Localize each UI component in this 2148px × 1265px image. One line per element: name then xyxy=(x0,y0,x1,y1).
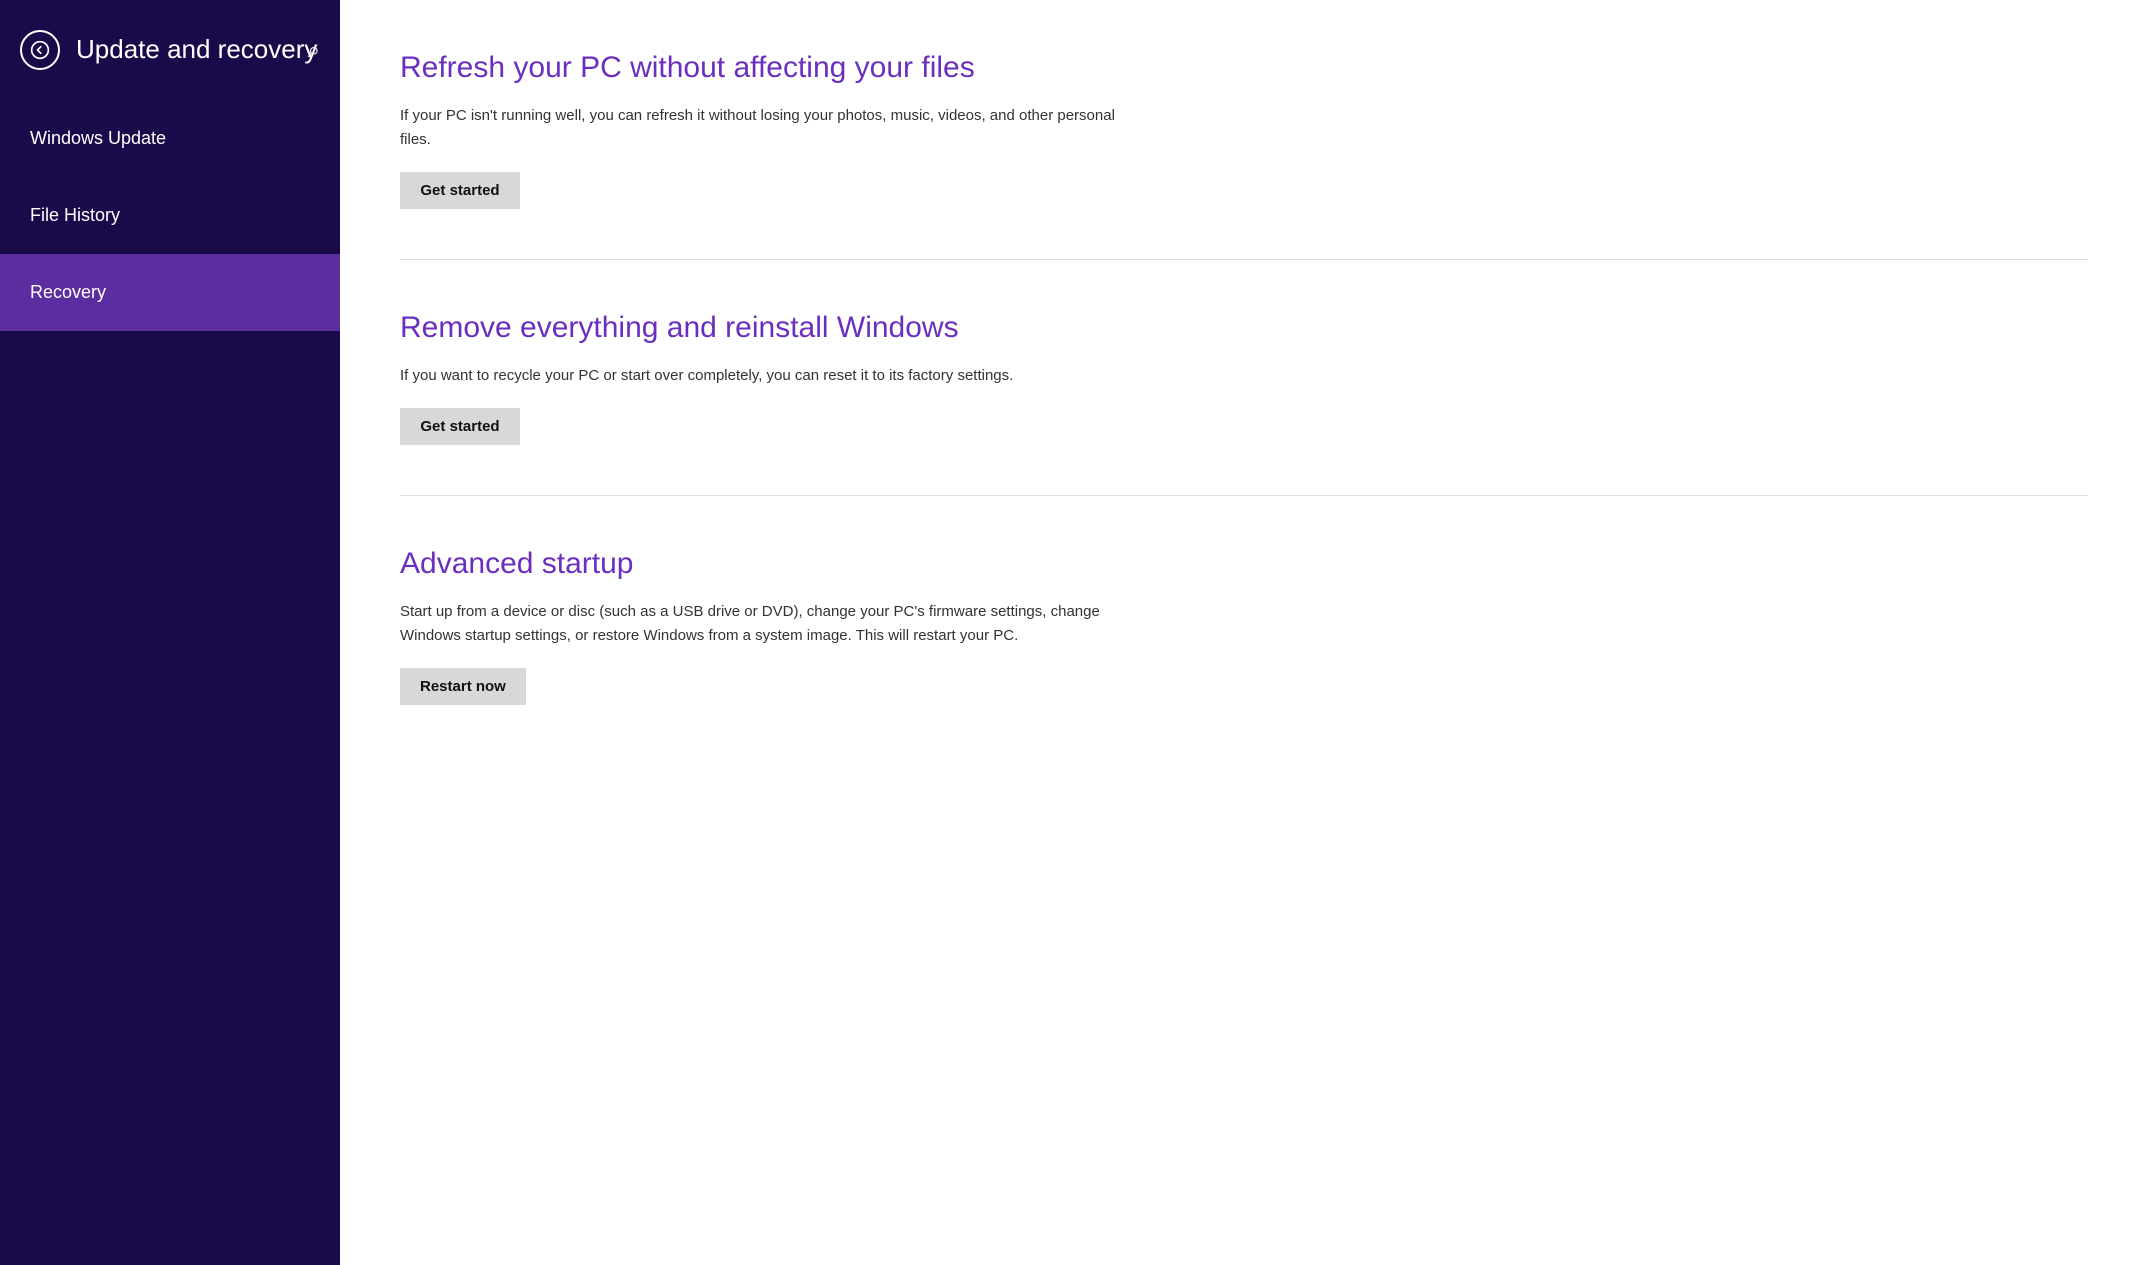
back-button[interactable] xyxy=(20,30,60,70)
reset-title: Remove everything and reinstall Windows xyxy=(400,310,2088,346)
reset-section: Remove everything and reinstall Windows … xyxy=(400,310,2088,445)
restart-now-button[interactable]: Restart now xyxy=(400,668,526,705)
sidebar-title: Update and recovery xyxy=(76,34,320,65)
advanced-startup-description: Start up from a device or disc (such as … xyxy=(400,600,1120,648)
refresh-description: If your PC isn't running well, you can r… xyxy=(400,104,1120,152)
advanced-startup-title: Advanced startup xyxy=(400,546,2088,582)
search-icon[interactable]: ⌕ xyxy=(308,37,320,63)
refresh-get-started-button[interactable]: Get started xyxy=(400,172,520,209)
refresh-title: Refresh your PC without affecting your f… xyxy=(400,50,2088,86)
refresh-section: Refresh your PC without affecting your f… xyxy=(400,50,2088,209)
sidebar: Update and recovery ⌕ Windows Update Fil… xyxy=(0,0,340,1265)
divider-2 xyxy=(400,495,2088,496)
sidebar-header: Update and recovery ⌕ xyxy=(0,0,340,100)
reset-get-started-button[interactable]: Get started xyxy=(400,408,520,445)
main-content: Refresh your PC without affecting your f… xyxy=(340,0,2148,1265)
sidebar-item-windows-update[interactable]: Windows Update xyxy=(0,100,340,177)
advanced-startup-section: Advanced startup Start up from a device … xyxy=(400,546,2088,705)
sidebar-item-recovery[interactable]: Recovery xyxy=(0,254,340,331)
reset-description: If you want to recycle your PC or start … xyxy=(400,364,1120,388)
divider-1 xyxy=(400,259,2088,260)
sidebar-item-file-history[interactable]: File History xyxy=(0,177,340,254)
